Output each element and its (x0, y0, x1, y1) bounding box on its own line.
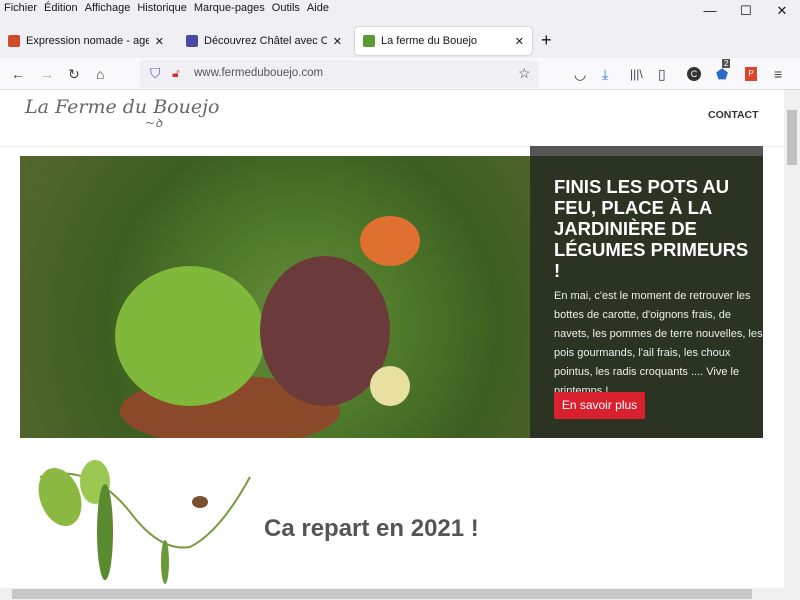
tab-ferme-bouejo[interactable]: La ferme du Bouejo ✕ (355, 27, 532, 55)
favicon-icon (363, 35, 375, 47)
menu-aide[interactable]: Aide (307, 0, 329, 20)
tab-title: La ferme du Bouejo (381, 35, 478, 47)
menu-bar: Fichier Édition Affichage Historique Mar… (0, 0, 800, 20)
bean-plant-illustration (38, 460, 251, 584)
window-controls: — ☐ ✕ (692, 0, 800, 22)
menu-fichier[interactable]: Fichier (4, 0, 37, 20)
forward-icon[interactable]: → (40, 64, 54, 84)
close-tab-icon[interactable]: ✕ (155, 35, 164, 48)
download-icon[interactable]: ⤓ (602, 64, 608, 84)
url-text: www.fermedubouejo.com (194, 67, 324, 79)
favicon-icon (186, 35, 198, 47)
hamburger-menu-icon[interactable]: ≡ (774, 64, 782, 84)
horizontal-scroll-thumb[interactable] (12, 589, 752, 599)
close-tab-icon[interactable]: ✕ (515, 35, 524, 48)
nav-contact-link[interactable]: CONTACT (708, 109, 759, 121)
menu-historique[interactable]: Historique (137, 0, 187, 20)
sidebar-icon[interactable]: ▯ (658, 64, 666, 84)
menu-outils[interactable]: Outils (272, 0, 300, 20)
url-bar[interactable]: ⛉ 🔓︎ www.fermedubouejo.com ☆ (140, 60, 539, 88)
back-icon[interactable]: ← (11, 64, 25, 84)
menu-affichage[interactable]: Affichage (85, 0, 131, 20)
vertical-scroll-thumb[interactable] (787, 110, 797, 165)
site-logo[interactable]: La Ferme du Bouejo ~ꝺ (25, 96, 219, 131)
tab-bar: Expression nomade - agence de ✕ Découvre… (0, 25, 800, 55)
section-title: Ca repart en 2021 ! (264, 515, 479, 542)
pocket-icon[interactable]: ◡ (574, 64, 586, 84)
horizontal-scrollbar[interactable] (0, 588, 800, 600)
close-tab-icon[interactable]: ✕ (333, 35, 342, 48)
tab-title: Expression nomade - agence de (26, 35, 149, 47)
bookmark-star-icon[interactable]: ☆ (518, 63, 531, 83)
minimize-button[interactable]: — (692, 0, 728, 22)
maximize-button[interactable]: ☐ (728, 0, 764, 22)
logo-text: La Ferme du Bouejo (25, 96, 220, 118)
en-savoir-plus-button[interactable]: En savoir plus (554, 392, 645, 419)
hero-vegetables-image (20, 156, 530, 438)
extension-badge: 2 (722, 59, 731, 68)
hero-title: FINIS LES POTS AU FEU, PLACE À LA JARDIN… (554, 176, 749, 281)
new-tab-button[interactable]: + (541, 28, 552, 52)
menu-marque-pages[interactable]: Marque-pages (194, 0, 265, 20)
vertical-scrollbar[interactable] (784, 90, 800, 588)
favicon-icon (8, 35, 20, 47)
home-icon[interactable]: ⌂ (96, 64, 104, 84)
library-icon[interactable]: |||\ (630, 64, 643, 84)
close-window-button[interactable]: ✕ (764, 0, 800, 22)
tab-expression-nomade[interactable]: Expression nomade - agence de ✕ (0, 27, 172, 55)
extension-c-icon[interactable]: C (687, 67, 701, 81)
reload-icon[interactable]: ↻ (68, 64, 80, 84)
hero-panel: FINIS LES POTS AU FEU, PLACE À LA JARDIN… (530, 146, 763, 438)
extension-icon[interactable]: ⬟ 2 (716, 59, 731, 84)
menu-edition[interactable]: Édition (44, 0, 78, 20)
hero-text: En mai, c'est le moment de retrouver les… (554, 290, 763, 397)
nav-bar: ← → ↻ ⌂ ⛉ 🔓︎ www.fermedubouejo.com ☆ ◡ ⤓… (0, 58, 800, 90)
extension-p-icon[interactable]: P (745, 67, 757, 81)
tab-chatel[interactable]: Découvrez Châtel avec Chloé | ✕ (178, 27, 350, 55)
tab-title: Découvrez Châtel avec Chloé | (204, 35, 327, 47)
shield-icon[interactable]: ⛉ (150, 63, 161, 83)
insecure-lock-icon[interactable]: 🔓︎ (172, 63, 180, 83)
web-page: La Ferme du Bouejo ~ꝺ CONTACT FINIS LES P… (0, 90, 784, 588)
